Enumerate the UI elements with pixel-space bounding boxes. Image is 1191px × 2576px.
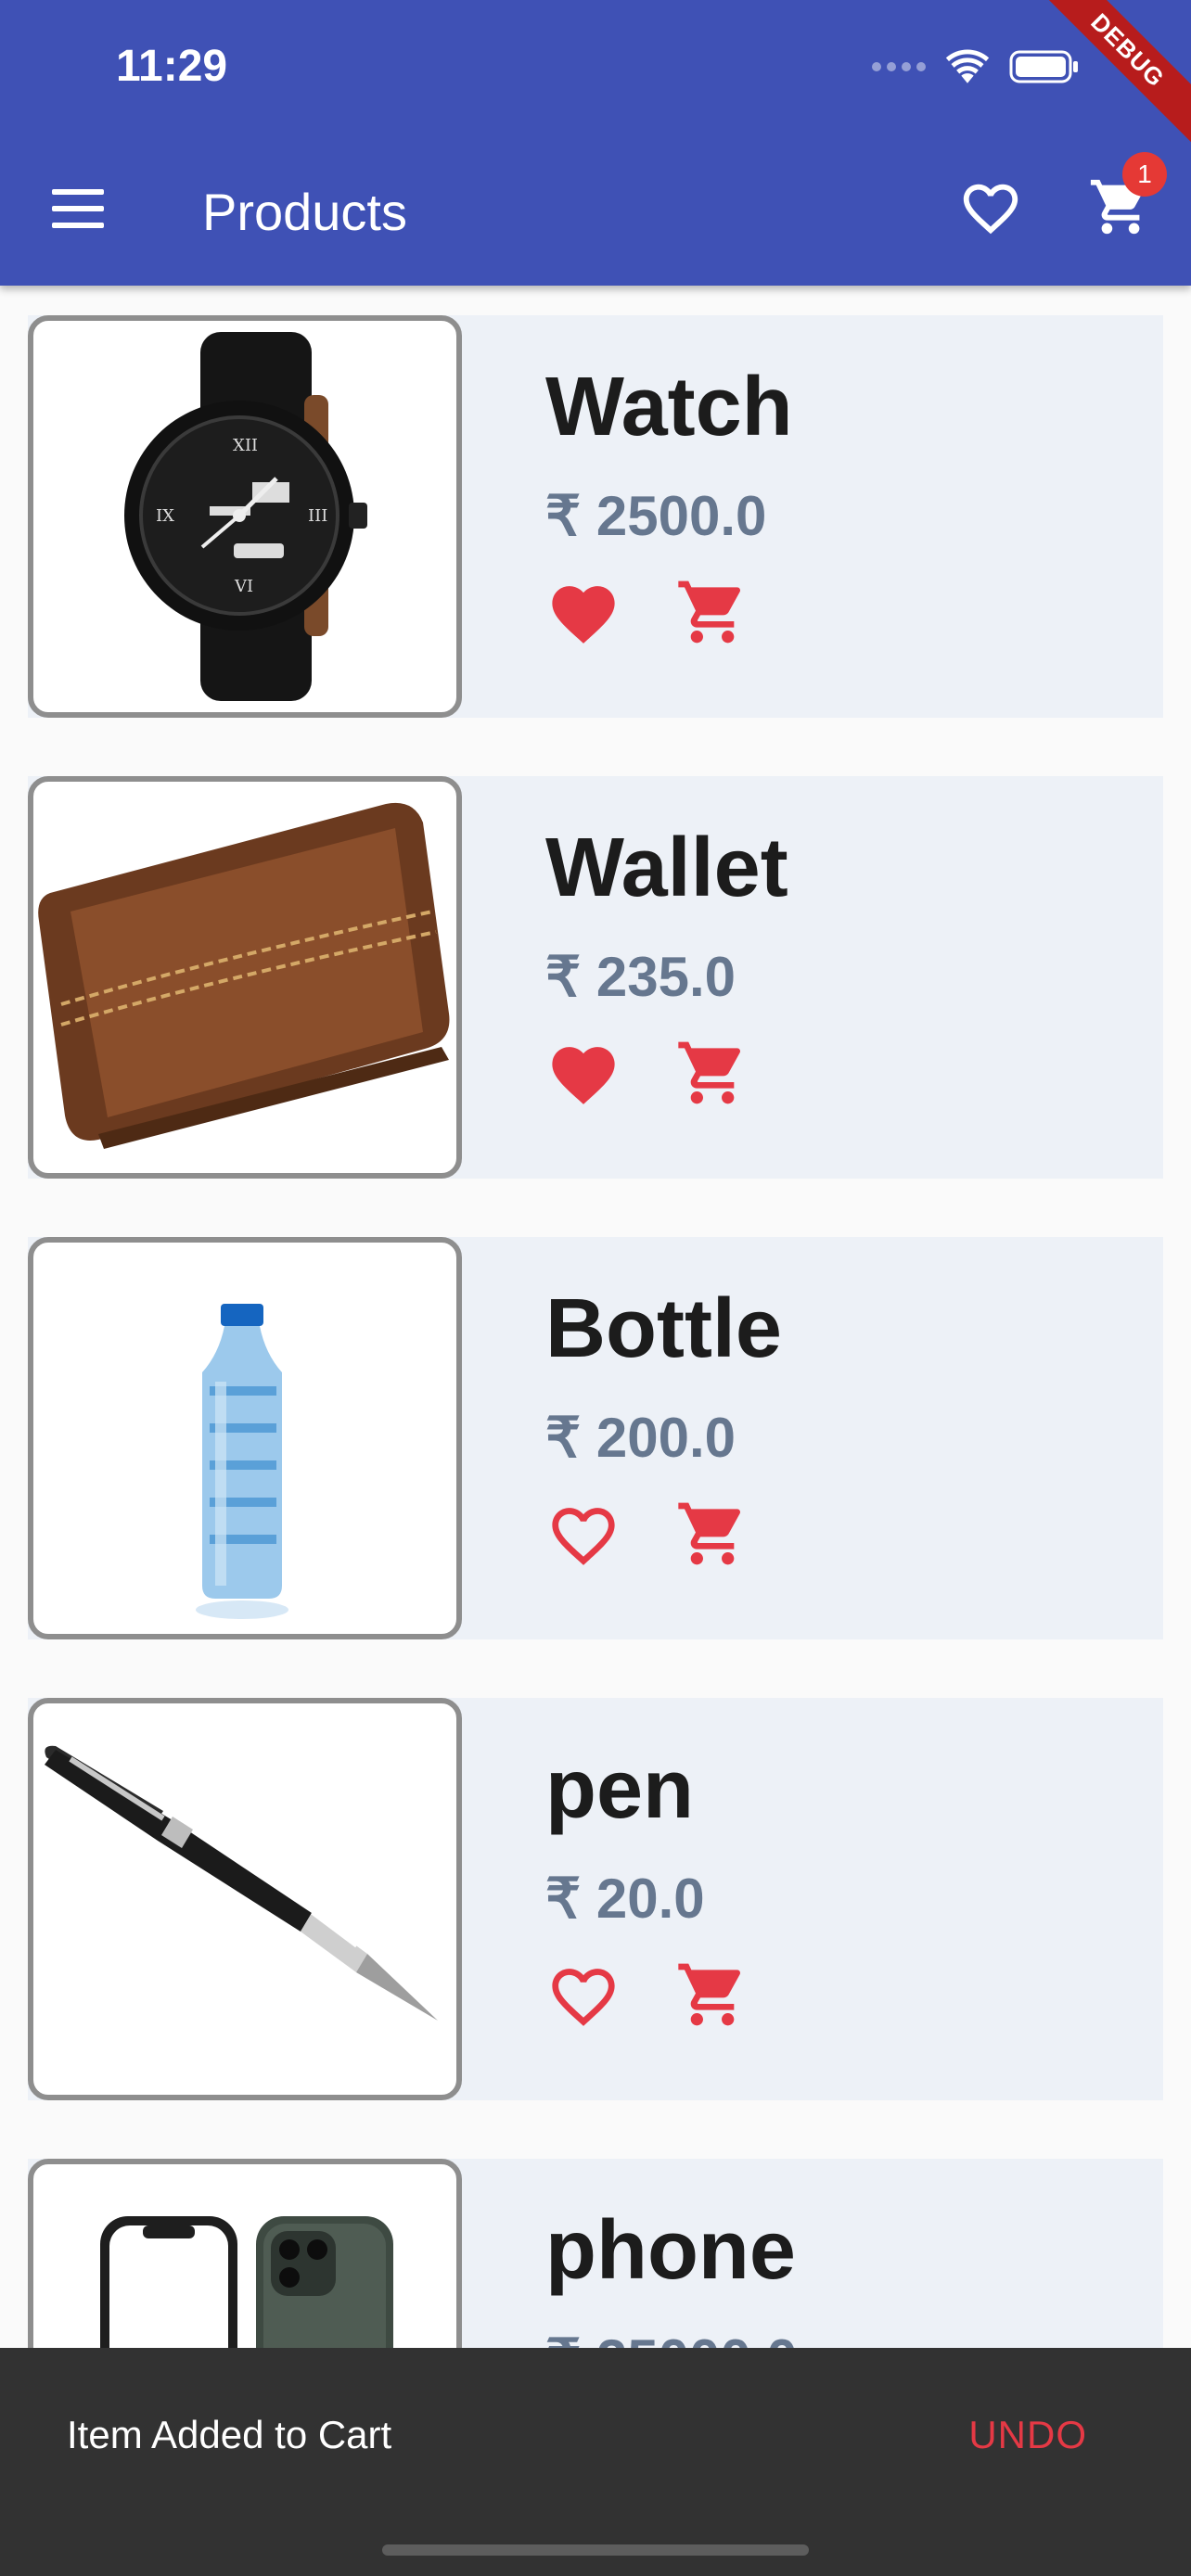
product-card-pen[interactable]: pen ₹ 20.0 [28,1698,1163,2100]
svg-text:VI: VI [234,577,253,596]
wifi-icon [945,49,990,83]
svg-text:III: III [308,506,327,526]
snackbar-message: Item Added to Cart [67,2413,392,2456]
product-image-wallet [28,776,462,1179]
product-name: Wallet [545,822,788,914]
product-image-pen [28,1698,462,2100]
product-price: ₹ 25000.0 [545,2327,798,2350]
pen-image [45,1745,438,2021]
add-to-cart-icon[interactable] [673,1958,751,2032]
status-icons [872,48,1080,85]
page-title: Products [202,183,407,241]
add-to-cart-icon[interactable] [673,575,751,649]
product-price: ₹ 200.0 [545,1407,736,1469]
status-time: 11:29 [116,42,228,91]
phone-image [100,2216,393,2350]
product-card-watch[interactable]: XII IX III VI Watch ₹ 2500.0 [28,315,1163,718]
product-name: Bottle [545,1282,782,1375]
cart-count-badge: 1 [1122,152,1167,197]
wallet-image [38,802,450,1149]
product-name: pen [545,1743,695,1836]
home-indicator[interactable] [382,2544,809,2556]
bottle-image [196,1304,288,1619]
product-card-bottle[interactable]: Bottle ₹ 200.0 [28,1237,1163,1639]
snackbar: Item Added to Cart UNDO [0,2348,1191,2576]
heart-outline-icon[interactable] [545,1498,621,1567]
product-price: ₹ 235.0 [545,946,736,1008]
menu-button[interactable] [48,185,108,232]
product-price: ₹ 20.0 [545,1868,705,1930]
add-to-cart-icon[interactable] [673,1497,751,1571]
product-card-wallet[interactable]: Wallet ₹ 235.0 [28,776,1163,1179]
product-price: ₹ 2500.0 [545,485,767,547]
svg-text:IX: IX [156,506,174,526]
product-image-bottle [28,1237,462,1639]
add-to-cart-icon[interactable] [673,1036,751,1110]
heart-outline-icon[interactable] [545,1959,621,2028]
app-bar: 11:29 DEBUG Products 1 [0,0,1191,286]
svg-text:XII: XII [233,436,258,455]
product-list[interactable]: XII IX III VI Watch ₹ 2500.0 Wallet ₹ 23… [0,286,1191,2350]
favorites-heart-outline-icon[interactable] [955,176,1026,241]
heart-filled-icon[interactable] [545,577,621,645]
menu-icon [52,189,104,195]
heart-filled-icon[interactable] [545,1038,621,1106]
product-card-phone[interactable]: phone ₹ 25000.0 [28,2159,1163,2350]
product-name: Watch [545,361,793,453]
product-name: phone [545,2204,796,2297]
watch-image: XII IX III VI [124,332,367,701]
battery-icon [1009,50,1078,83]
undo-button[interactable]: UNDO [968,2413,1087,2457]
product-image-phone [28,2159,462,2350]
product-image-watch: XII IX III VI [28,315,462,718]
cellular-signal-icon [872,62,926,71]
